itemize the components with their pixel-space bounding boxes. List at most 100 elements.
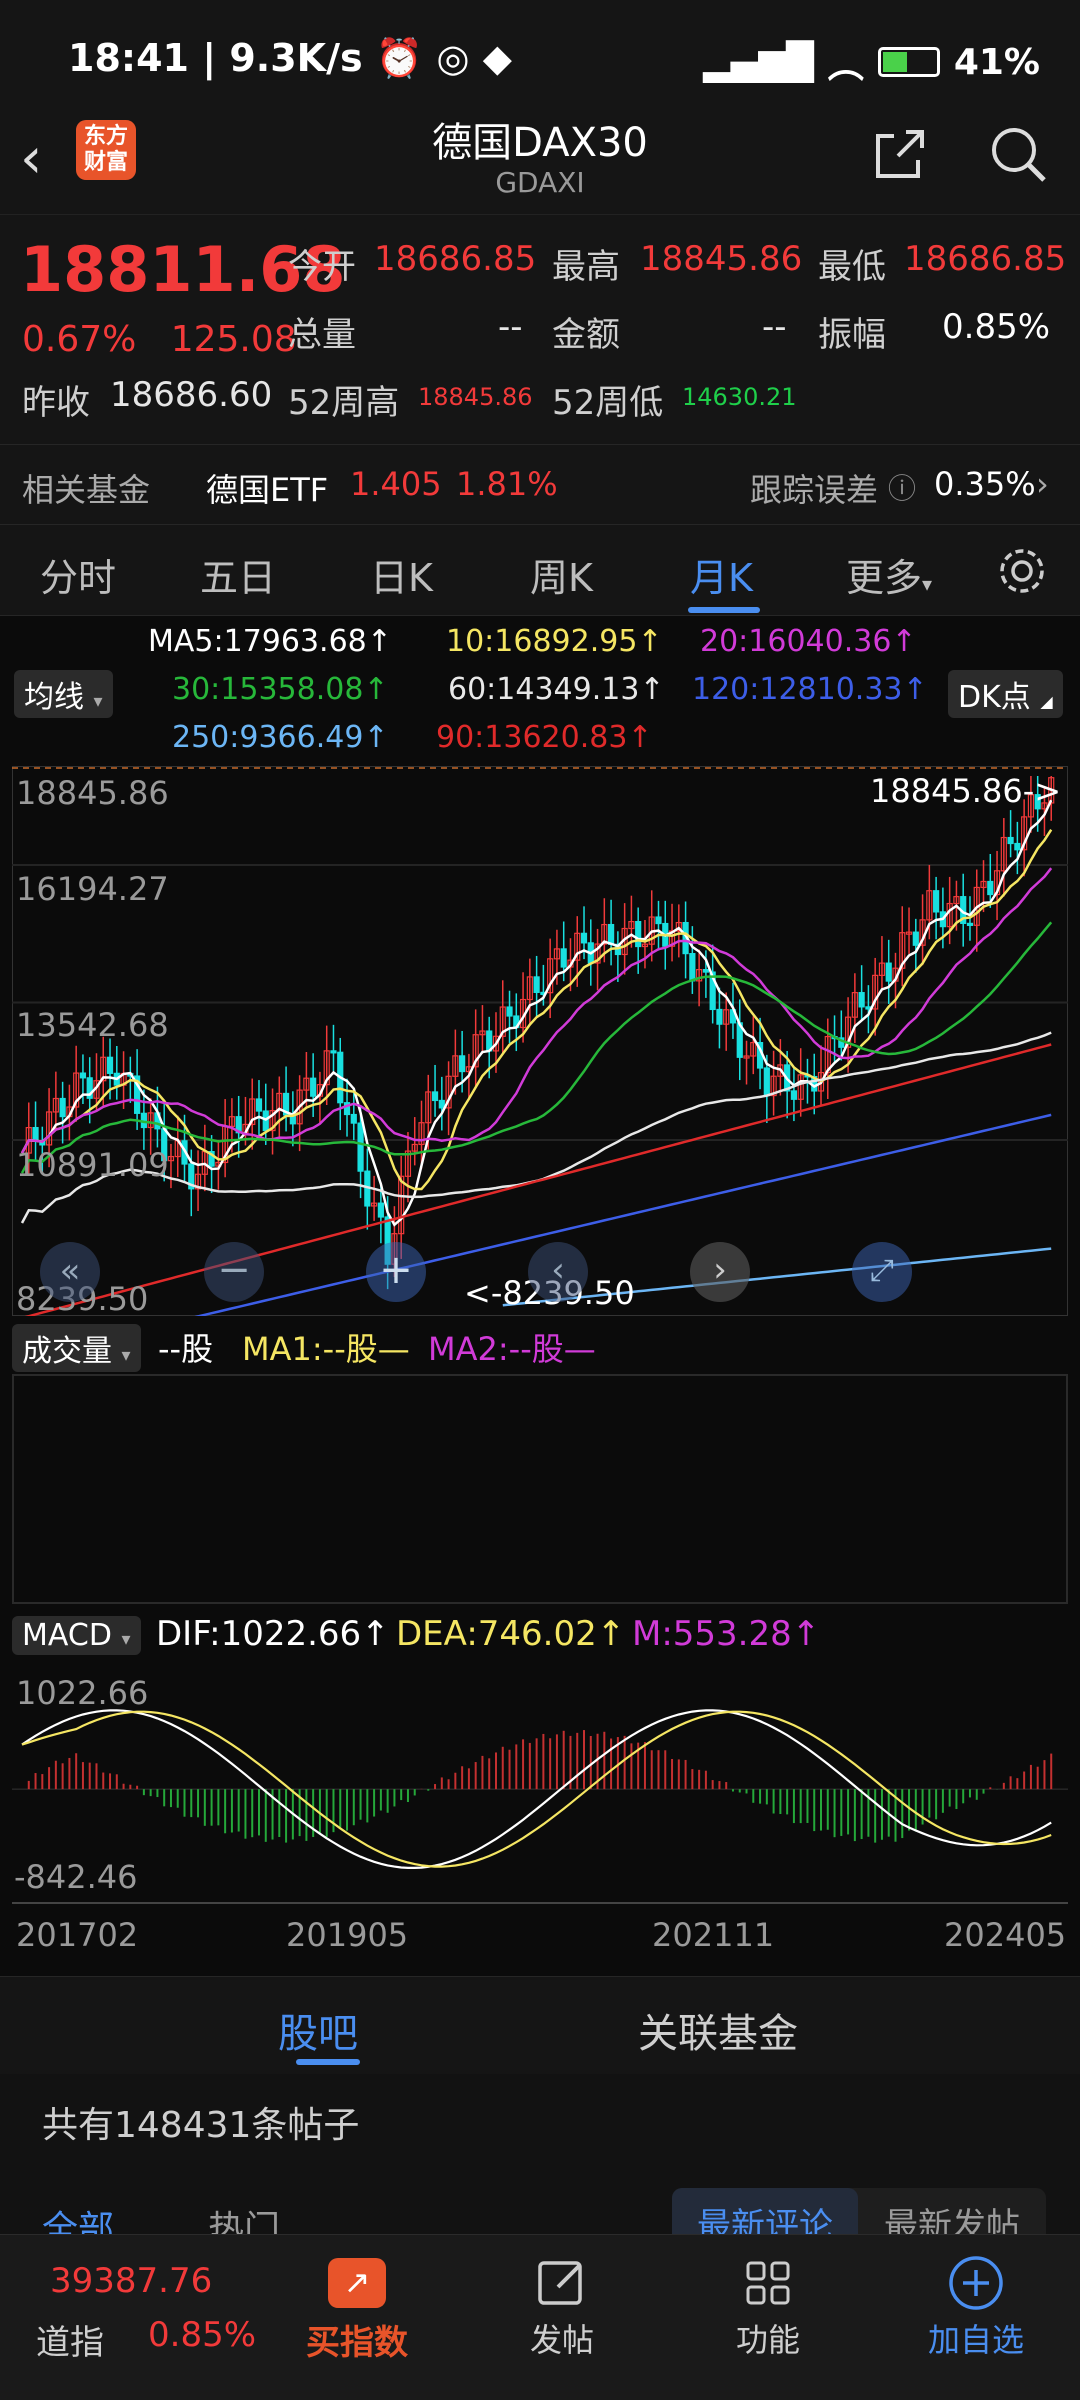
settings-gear-icon[interactable] — [996, 545, 1048, 601]
ma20-legend: 20:16040.36↑ — [700, 624, 917, 659]
ma90-legend: 90:13620.83↑ — [436, 720, 653, 755]
volume-chart[interactable] — [12, 1374, 1068, 1604]
status-time: 18:41 | 9.3K/s ⏰ ◎ ◆ — [68, 36, 512, 80]
candle-body — [533, 976, 540, 993]
low-value: 18686.85 — [904, 239, 1067, 279]
wifi-icon: ︵ — [827, 45, 864, 86]
battery-icon — [877, 47, 940, 77]
amount-value: -- — [762, 307, 787, 347]
candle-body — [987, 880, 994, 896]
tab-five-day[interactable]: 五日 — [200, 547, 276, 602]
candle-body — [689, 953, 696, 982]
active-tab-indicator — [688, 607, 760, 613]
chart-area[interactable]: MA5:17963.68↑ 10:16892.95↑ 20:16040.36↑ … — [0, 616, 1080, 1976]
macd-axis-bottom: -842.46 — [14, 1858, 138, 1896]
battery-level: 41% — [953, 41, 1040, 83]
tab-more[interactable]: 更多▾ — [846, 547, 932, 602]
w52-high-label: 52周高 — [288, 383, 400, 423]
index-ticker-pct: 0.85% — [148, 2315, 257, 2355]
high-value: 18845.86 — [640, 239, 803, 279]
candle-body — [635, 920, 642, 948]
amount-label: 金额 — [552, 315, 620, 355]
volume-value: --股 — [158, 1330, 214, 1368]
candle-body — [59, 1097, 66, 1118]
candle-body — [607, 923, 615, 945]
low-label: 最低 — [818, 247, 886, 287]
related-fund-row[interactable]: 相关基金 德国ETF 1.405 1.81% 跟踪误差 ⓘ 0.35% › — [0, 444, 1080, 524]
chart-frame — [12, 766, 1068, 1316]
candle-body — [885, 962, 892, 982]
macd-axis-top: 1022.66 — [16, 1674, 149, 1712]
volume-indicator-selector[interactable]: 成交量 ▾ — [12, 1324, 141, 1372]
volume-ma2: MA2:--股— — [428, 1330, 596, 1368]
buy-index-button[interactable]: ↗ 买指数 — [287, 2251, 427, 2364]
function-button[interactable]: 功能 — [698, 2251, 838, 2361]
bottom-bar: 39387.76 道指 0.85% ↗ 买指数 发帖 功能 加自选 — [0, 2234, 1080, 2400]
open-label: 今开 — [288, 247, 356, 287]
price-axis-label: 13542.68 — [16, 1006, 169, 1044]
macd-chart[interactable] — [12, 1664, 1068, 1894]
fullscreen-icon[interactable]: ⤢ — [852, 1242, 912, 1302]
post-button[interactable]: 发帖 — [492, 2251, 632, 2361]
ma-type-selector[interactable]: 均线 ▾ — [14, 670, 113, 718]
candle-body — [702, 969, 709, 973]
posts-section: 共有148431条帖子 全部 热门 最新评论 最新发帖 — [0, 2074, 1080, 2250]
candlestick-chart[interactable] — [12, 766, 1068, 1316]
fund-name[interactable]: 德国ETF — [206, 465, 328, 511]
candle-body — [438, 1099, 445, 1109]
step-right-icon[interactable]: › — [690, 1242, 750, 1302]
candle-body — [459, 1055, 466, 1073]
amplitude-label: 振幅 — [818, 315, 886, 355]
index-ticker-price[interactable]: 39387.76 — [50, 2261, 212, 2301]
candle-body — [255, 1098, 263, 1112]
quote-panel: 18811.68 0.67% 125.08 今开 18686.85 最高 188… — [0, 214, 1080, 444]
price-change: 0.67% 125.08 — [22, 319, 297, 360]
community-tabs: 股吧 关联基金 — [0, 1976, 1080, 2074]
step-left-icon[interactable]: ‹ — [528, 1242, 588, 1302]
active-subtab-indicator — [296, 2059, 360, 2065]
status-right: ▂▄▆█ ︵ 41% — [703, 36, 1040, 88]
scroll-left-icon[interactable]: « — [40, 1242, 100, 1302]
signal-icon: ▂▄▆█ — [703, 41, 814, 83]
help-icon[interactable]: ⓘ — [888, 467, 916, 507]
candle-body — [506, 1006, 513, 1017]
zoom-in-icon[interactable]: + — [366, 1242, 426, 1302]
prev-close-value: 18686.60 — [110, 375, 273, 415]
volume-label: 总量 — [288, 315, 356, 355]
tab-guba[interactable]: 股吧 — [278, 2001, 358, 2059]
candle-body — [580, 932, 588, 944]
candle-body — [763, 1067, 770, 1097]
macd-m: M:553.28↑ — [632, 1614, 821, 1654]
tab-weekly-k[interactable]: 周K — [530, 547, 593, 602]
candle-body — [32, 1127, 39, 1142]
fund-pct: 1.81% — [456, 465, 558, 503]
candle-body — [912, 931, 919, 946]
add-circle-icon — [949, 2256, 1003, 2310]
ma60-line — [20, 1031, 1052, 1224]
dk-point-button[interactable]: DK点 ◢ — [948, 670, 1063, 718]
candle-body — [106, 1056, 114, 1074]
tab-daily-k[interactable]: 日K — [370, 547, 433, 602]
tab-intraday[interactable]: 分时 — [40, 547, 116, 602]
share-icon[interactable] — [870, 124, 930, 188]
chevron-right-icon[interactable]: › — [1036, 465, 1049, 503]
zoom-out-icon[interactable]: − — [204, 1242, 264, 1302]
time-axis-line — [12, 1902, 1068, 1904]
w52-high-value: 18845.86 — [418, 383, 533, 411]
tab-related-funds[interactable]: 关联基金 — [638, 2001, 798, 2059]
edit-icon — [538, 2261, 582, 2305]
high-marker: 18845.86-> — [870, 772, 1062, 810]
ma60-legend: 60:14349.13↑ — [448, 672, 665, 707]
volume-value: -- — [498, 307, 523, 347]
candle-body — [1007, 836, 1014, 845]
candle-body — [330, 1050, 337, 1054]
index-ticker-name[interactable]: 道指 — [36, 2315, 104, 2364]
macd-dea: DEA:746.02↑ — [396, 1614, 626, 1654]
search-icon[interactable] — [986, 122, 1050, 190]
w52-low-value: 14630.21 — [682, 383, 797, 411]
price-axis-label: 16194.27 — [16, 870, 169, 908]
ma250-legend: 250:9366.49↑ — [172, 720, 389, 755]
add-watchlist-button[interactable]: 加自选 — [906, 2251, 1046, 2361]
macd-indicator-selector[interactable]: MACD ▾ — [12, 1616, 141, 1655]
tab-monthly-k[interactable]: 月K — [690, 547, 753, 602]
